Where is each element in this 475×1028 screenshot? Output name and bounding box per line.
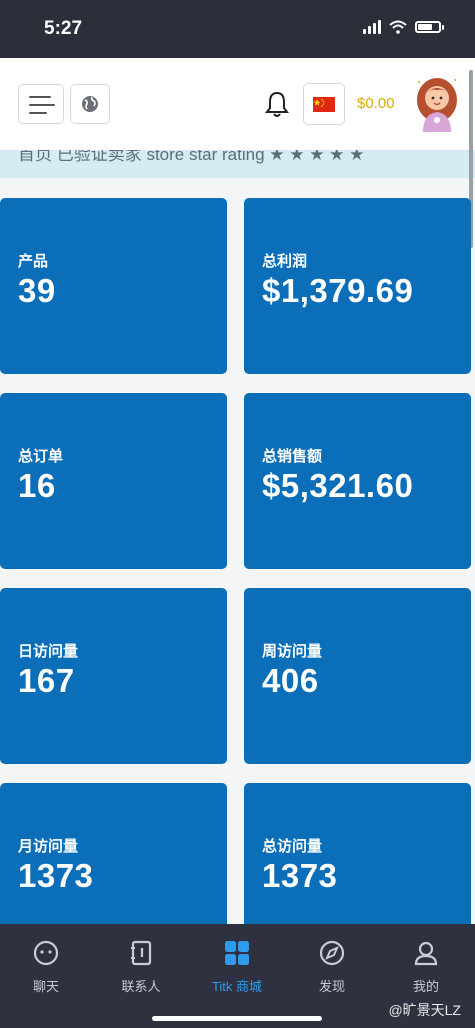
compass-icon [319,940,345,966]
stat-value: $5,321.60 [262,467,414,504]
watermark: @旷景天LZ [388,1002,461,1018]
stat-value: 167 [18,662,75,699]
notice-banner: 首页 已验证卖家 store star rating ★ ★ ★ ★ ★ [0,150,475,178]
nav-me[interactable]: 我的 [381,938,471,995]
stat-value: 16 [18,467,56,504]
menu-line [29,104,55,106]
currency-flag-button[interactable] [303,83,345,125]
stat-label: 总访问量 [262,838,323,855]
nav-label: 我的 [412,979,439,994]
app-content: $0.00 首页 已验证卖家 store star rating ★ ★ ★ ★… [0,58,475,924]
signal-icon [363,20,381,34]
stat-value: 1373 [18,857,94,894]
nav-label: 联系人 [121,979,161,994]
home-indicator[interactable] [152,1016,322,1021]
user-icon [414,941,438,966]
nav-contacts[interactable]: 联系人 [96,938,186,995]
stat-card-total-orders: 总订单 16 [0,393,227,569]
stat-card-daily-visits: 日访问量 167 [0,588,227,764]
wallet-balance[interactable]: $0.00 [357,95,395,112]
stat-value: $1,379.69 [262,272,414,309]
chat-icon [33,940,59,966]
stat-label: 月访问量 [18,838,79,855]
china-flag-icon [313,96,335,112]
contacts-icon [131,940,152,966]
stat-label: 周访问量 [262,643,323,660]
menu-button[interactable] [18,84,64,124]
avatar[interactable] [413,74,461,132]
grid-icon [225,941,249,965]
stat-value: 39 [18,272,56,309]
stat-value: 406 [262,662,319,699]
stat-card-weekly-visits: 周访问量 406 [244,588,471,764]
top-header: $0.00 [0,58,475,150]
stat-label: 总订单 [18,448,64,465]
stat-label: 日访问量 [18,643,79,660]
nav-label: Titk 商城 [211,979,263,994]
stat-card-monthly-visits: 月访问量 1373 [0,783,227,924]
stat-label: 产品 [18,253,49,270]
stat-label: 总利润 [262,253,308,270]
stat-value: 1373 [262,857,338,894]
wifi-icon [389,20,407,34]
nav-chat[interactable]: 聊天 [1,938,91,995]
nav-shop[interactable]: Titk 商城 [192,938,282,995]
nav-label: 发现 [318,979,345,994]
language-button[interactable] [70,84,110,124]
nav-label: 聊天 [32,979,59,994]
notice-text: 首页 已验证卖家 store star rating ★ ★ ★ ★ ★ [18,150,365,164]
nav-discover[interactable]: 发现 [287,938,377,995]
stat-label: 总销售额 [262,448,323,465]
stat-card-total-visits: 总访问量 1373 [244,783,471,924]
bell-icon[interactable] [264,90,290,118]
stat-card-products: 产品 39 [0,198,227,374]
menu-line [29,96,51,98]
stat-card-total-profit: 总利润 $1,379.69 [244,198,471,374]
menu-line [29,112,47,114]
battery-icon [415,21,444,33]
status-bar: 5:27 [0,0,475,58]
status-time: 5:27 [44,18,83,39]
status-icons [363,20,444,34]
stat-card-total-sales: 总销售额 $5,321.60 [244,393,471,569]
globe-icon [82,96,98,112]
